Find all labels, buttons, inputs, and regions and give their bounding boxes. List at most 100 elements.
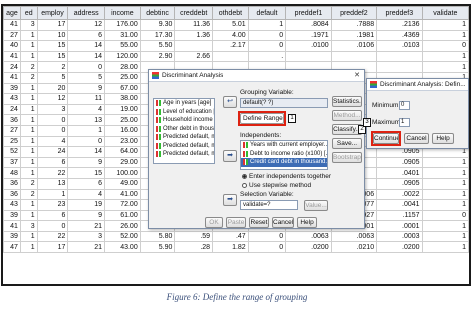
grid-cell[interactable]: 1	[19, 82, 38, 95]
grid-cell[interactable]: 52	[3, 146, 21, 158]
grid-cell[interactable]: 4	[36, 135, 69, 148]
grid-cell[interactable]: .0905	[376, 156, 423, 169]
grid-cell[interactable]: 1	[421, 177, 469, 190]
grid-cell[interactable]	[330, 50, 378, 63]
grid-cell[interactable]: 47	[3, 241, 21, 254]
selection-variable-field[interactable]: validate=?	[240, 200, 298, 210]
grid-cell[interactable]: .59	[174, 230, 214, 243]
maximum-input[interactable]: 1	[399, 118, 410, 127]
column-header-income[interactable]: income	[104, 6, 141, 20]
move-to-grouping-arrow-button[interactable]: ↩	[223, 96, 237, 108]
stepwise-radio[interactable]	[242, 182, 247, 188]
grid-cell[interactable]: 6	[67, 177, 106, 190]
grid-cell[interactable]: 2.66	[174, 50, 214, 63]
column-header-ed[interactable]: ed	[19, 6, 38, 20]
column-header-validate[interactable]: validate	[421, 6, 469, 20]
grid-cell[interactable]: .7888	[330, 19, 378, 31]
grid-cell[interactable]: 21	[67, 241, 106, 254]
grid-cell[interactable]: 22	[36, 167, 69, 179]
grid-cell[interactable]: 1	[19, 230, 38, 243]
grid-cell[interactable]: .0041	[376, 199, 423, 211]
grid-cell[interactable]: .2.17	[212, 40, 249, 52]
grid-cell[interactable]: 17	[36, 19, 69, 31]
grid-cell[interactable]: 0	[421, 209, 469, 222]
column-header-othdebt[interactable]: othdebt	[212, 6, 249, 20]
grid-cell[interactable]: 27	[3, 124, 21, 137]
column-header-preddef1[interactable]: preddef1	[285, 6, 332, 20]
grid-cell[interactable]: 29.00	[104, 156, 141, 169]
grid-cell[interactable]: 176.00	[104, 19, 141, 31]
grid-cell[interactable]: 24	[3, 61, 21, 73]
grid-cell[interactable]: 1	[19, 124, 38, 137]
grid-cell[interactable]: 0	[36, 114, 69, 126]
grid-cell[interactable]: 25.00	[104, 114, 141, 126]
grid-cell[interactable]: 40	[3, 40, 21, 52]
grid-cell[interactable]: 27	[3, 29, 21, 42]
grid-cell[interactable]: .0063	[330, 230, 378, 243]
grid-cell[interactable]: 37	[3, 156, 21, 169]
define-range-button[interactable]: Define Range...	[240, 113, 284, 124]
grid-cell[interactable]: 5.01	[212, 19, 249, 31]
grid-cell[interactable]: 0	[67, 61, 106, 73]
method-button[interactable]: Method...	[332, 110, 362, 121]
grid-cell[interactable]: 9	[67, 209, 106, 222]
grid-cell[interactable]: .0100	[285, 40, 332, 52]
grid-cell[interactable]: 2	[19, 61, 38, 73]
grid-cell[interactable]: 48	[3, 167, 21, 179]
grid-cell[interactable]: 1	[421, 61, 469, 73]
grid-cell[interactable]: 52.00	[104, 230, 141, 243]
grid-cell[interactable]: 1.82	[212, 241, 249, 254]
grid-cell[interactable]: 31.00	[104, 29, 141, 42]
help-button[interactable]: Help	[297, 217, 317, 228]
grid-cell[interactable]: .2136	[376, 19, 423, 31]
grid-cell[interactable]: .4369	[376, 29, 423, 42]
grid-cell[interactable]: 9.30	[139, 19, 176, 31]
grid-cell[interactable]: .0003	[376, 230, 423, 243]
variable-list-item[interactable]: Predicted default, m...	[154, 142, 214, 151]
reset-button[interactable]: Reset	[249, 217, 269, 228]
grid-cell[interactable]: 16.00	[104, 124, 141, 137]
enter-together-radio[interactable]	[242, 173, 247, 179]
grid-cell[interactable]: 6	[36, 156, 69, 169]
grid-cell[interactable]: 1	[421, 241, 469, 254]
independent-list-item[interactable]: Years with current employer...	[241, 141, 327, 150]
grid-cell[interactable]: .0200	[376, 241, 423, 254]
grid-cell[interactable]: 39	[3, 209, 21, 222]
grid-cell[interactable]: 19.00	[104, 103, 141, 116]
grid-cell[interactable]	[376, 50, 423, 63]
grid-cell[interactable]: 1.36	[174, 29, 214, 42]
grid-cell[interactable]: 12	[36, 93, 69, 105]
column-header-preddef3[interactable]: preddef3	[376, 6, 423, 20]
grid-cell[interactable]: 9	[67, 156, 106, 169]
grid-cell[interactable]: 38.00	[104, 93, 141, 105]
close-icon[interactable]: ✕	[352, 71, 362, 80]
grid-cell[interactable]: .0905	[376, 177, 423, 190]
grid-cell[interactable]: 11	[67, 93, 106, 105]
grid-cell[interactable]: 1	[421, 167, 469, 179]
column-header-employ[interactable]: employ	[36, 6, 69, 20]
grid-cell[interactable]: 25	[3, 135, 21, 148]
grid-cell[interactable]: 1	[19, 93, 38, 105]
grid-cell[interactable]: 41	[3, 50, 21, 63]
bootstrap-button[interactable]: Bootstrap...	[332, 152, 362, 163]
grid-cell[interactable]: 4	[67, 188, 106, 201]
grid-cell[interactable]	[285, 50, 332, 63]
grid-cell[interactable]	[212, 50, 249, 63]
grid-cell[interactable]: 11.36	[174, 19, 214, 31]
grid-cell[interactable]: .0210	[330, 241, 378, 254]
grid-cell[interactable]: 0	[247, 40, 287, 52]
move-to-selection-arrow-button[interactable]: ➡	[223, 194, 237, 206]
grid-cell[interactable]: 20	[36, 82, 69, 95]
grid-cell[interactable]: 61.00	[104, 209, 141, 222]
grid-cell[interactable]: 1	[19, 50, 38, 63]
grid-cell[interactable]: 0	[421, 40, 469, 52]
grid-cell[interactable]: 4	[67, 103, 106, 116]
grid-cell[interactable]: 41	[3, 19, 21, 31]
grid-cell[interactable]: 1	[421, 29, 469, 42]
grid-cell[interactable]: 13	[67, 114, 106, 126]
grid-cell[interactable]: 2.90	[139, 50, 176, 63]
grid-cell[interactable]: 24	[3, 103, 21, 116]
save-button[interactable]: Save...	[332, 138, 362, 149]
grid-cell[interactable]: 12	[67, 19, 106, 31]
grid-cell[interactable]: 3	[67, 230, 106, 243]
